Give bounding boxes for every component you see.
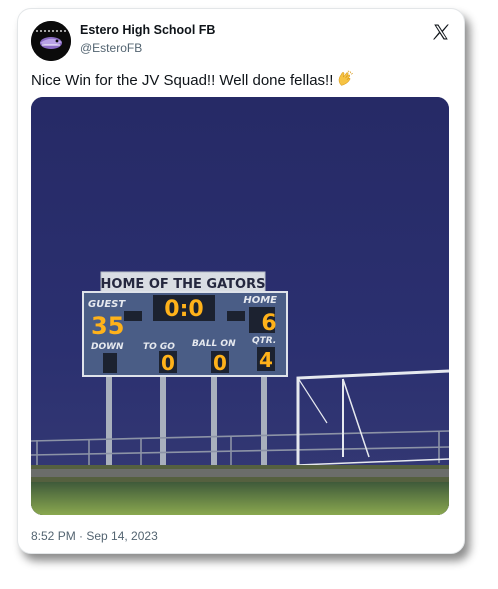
tweet-text: Nice Win for the JV Squad!! Well done fe… — [31, 70, 354, 92]
tweet-card: Estero High School FB @EsteroFB Nice Win… — [17, 8, 465, 554]
account-handle[interactable]: @EsteroFB — [80, 41, 142, 55]
game-clock: 0:0 — [164, 297, 203, 322]
avatar[interactable] — [31, 21, 71, 61]
clapping-hands-icon — [336, 70, 354, 92]
qtr-label: QTR. — [252, 336, 276, 346]
scoreboard-photo: HOME OF THE GATORS GUEST HOME 0:0 35 6 D… — [31, 97, 449, 515]
x-logo-icon[interactable] — [432, 23, 450, 41]
tweet-body: Nice Win for the JV Squad!! Well done fe… — [31, 72, 334, 89]
guest-label: GUEST — [88, 299, 126, 310]
guest-possession-lamp — [124, 311, 142, 321]
tweet-timestamp[interactable]: 8:52 PM · Sep 14, 2023 — [31, 529, 158, 543]
down-label: DOWN — [91, 342, 124, 352]
scoreboard-post — [261, 375, 267, 467]
home-score: 6 — [261, 311, 276, 336]
account-name[interactable]: Estero High School FB — [80, 23, 215, 37]
scoreboard-post — [211, 375, 217, 467]
to-go-value: 0 — [161, 351, 175, 375]
ball-on-value: 0 — [213, 351, 227, 375]
ball-on-label: BALL ON — [192, 339, 236, 349]
down-panel — [103, 353, 117, 373]
qtr-value: 4 — [259, 348, 273, 372]
home-label: HOME — [243, 295, 277, 306]
guest-score: 35 — [91, 312, 124, 340]
home-possession-lamp — [227, 311, 245, 321]
tweet-photo[interactable]: HOME OF THE GATORS GUEST HOME 0:0 35 6 D… — [31, 97, 449, 515]
gator-logo-icon — [31, 21, 71, 61]
scoreboard-banner-text: HOME OF THE GATORS — [101, 277, 266, 292]
